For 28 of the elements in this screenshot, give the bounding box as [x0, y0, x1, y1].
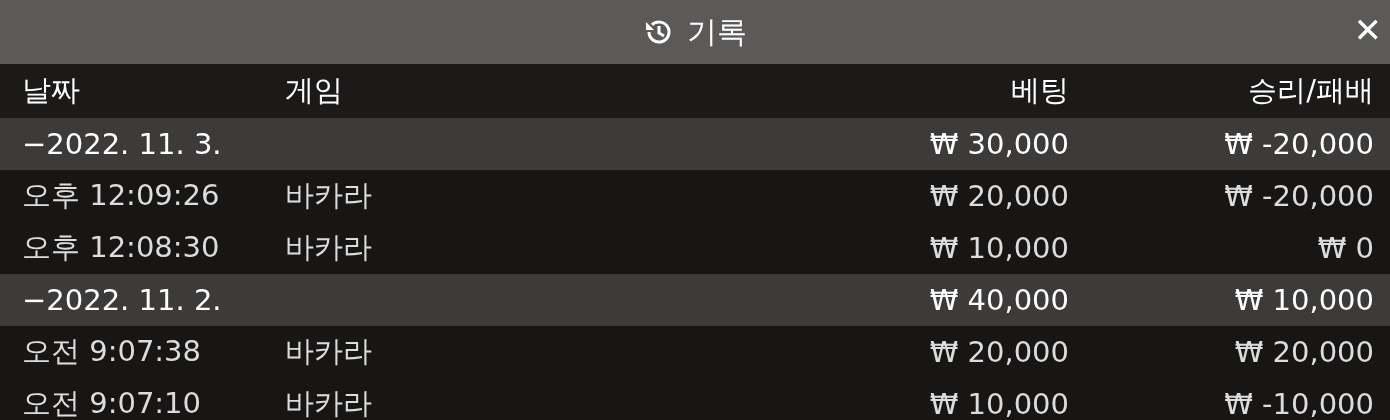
bet-amount: ₩ 30,000	[928, 127, 1069, 161]
date-group-label: −2022. 11. 2.	[22, 283, 223, 317]
game-cell-text: 바카라	[285, 177, 373, 214]
bet-amount: ₩ 20,000	[928, 335, 1069, 369]
game-cell-text: 바카라	[285, 333, 373, 370]
result-amount: ₩ -20,000	[1223, 127, 1374, 161]
time-cell-text: 오전 9:07:10	[22, 385, 202, 420]
game-cell-text: 바카라	[285, 385, 373, 420]
result-amount: ₩ 10,000	[1233, 283, 1374, 317]
time-cell-text: 오후 12:08:30	[22, 229, 221, 266]
bet-amount: ₩ 10,000	[928, 387, 1069, 420]
column-header: 날짜	[22, 72, 81, 109]
close-button[interactable]: ✕	[1347, 10, 1388, 50]
result-amount: ₩ -20,000	[1223, 179, 1374, 213]
date-group-label: −2022. 11. 3.	[22, 127, 223, 161]
column-header: 승리/패배	[1247, 72, 1374, 109]
time-cell-text: 오후 12:09:26	[22, 177, 221, 214]
panel-title: 기록	[687, 12, 747, 51]
game-cell-text: 바카라	[285, 229, 373, 266]
column-header: 베팅	[1010, 72, 1069, 109]
bet-amount: ₩ 40,000	[928, 283, 1069, 317]
result-amount: ₩ 0	[1316, 231, 1374, 265]
time-cell-text: 오전 9:07:38	[22, 333, 202, 370]
result-amount: ₩ -10,000	[1223, 387, 1374, 420]
result-amount: ₩ 20,000	[1233, 335, 1374, 369]
bet-amount: ₩ 10,000	[928, 231, 1069, 265]
column-header: 게임	[285, 72, 344, 109]
bet-amount: ₩ 20,000	[928, 179, 1069, 213]
